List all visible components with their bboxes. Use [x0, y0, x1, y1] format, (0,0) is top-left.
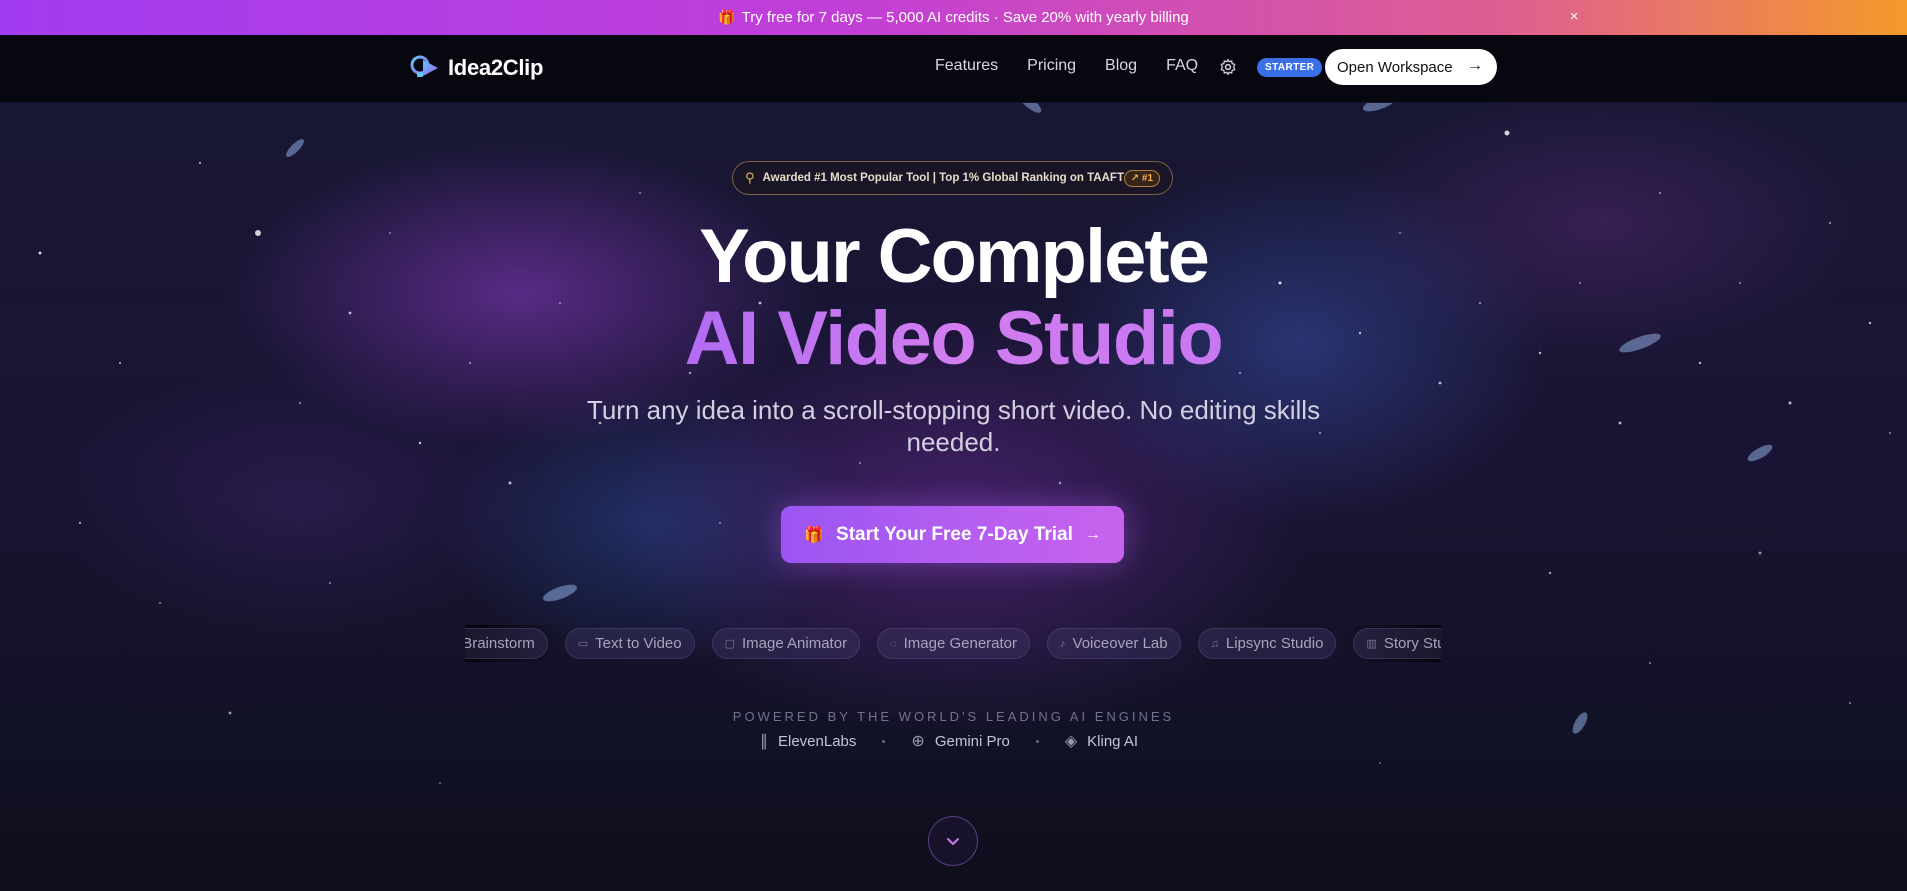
award-rank-badge: ↗ #1: [1123, 170, 1160, 187]
start-trial-label: Start Your Free 7-Day Trial: [836, 523, 1073, 545]
award-banner[interactable]: ⚲ Awarded #1 Most Popular Tool | Top 1% …: [732, 161, 1173, 195]
powered-by-label: POWERED BY THE WORLD'S LEADING AI ENGINE…: [732, 709, 1175, 724]
engine-label: ElevenLabs: [778, 732, 857, 750]
tool-label: Voiceover Lab: [1072, 635, 1168, 652]
hero-subtitle: Turn any idea into a scroll-stopping sho…: [586, 395, 1321, 457]
chevron-down-icon: [947, 838, 959, 845]
tool-label: Image Animator: [742, 635, 848, 652]
nav-link-blog[interactable]: Blog: [1105, 57, 1137, 75]
nav-link-pricing[interactable]: Pricing: [1027, 57, 1076, 75]
engine-elevenlabs: ∥ ElevenLabs: [760, 731, 856, 751]
tool-chip-story-studio[interactable]: ▥ Story Studio: [1353, 628, 1441, 659]
plan-badge: STARTER: [1257, 58, 1323, 77]
arrow-right-icon: →: [1467, 57, 1483, 74]
hero-title-gradient-text: AI Video Studio: [684, 296, 1224, 381]
tool-chip-image-animator[interactable]: ▢ Image Animator: [711, 628, 861, 659]
scroll-down-button[interactable]: [928, 816, 978, 866]
book-icon: ▥: [1366, 638, 1377, 650]
image-icon: ▢: [724, 638, 736, 650]
hero-section: ⚲ Awarded #1 Most Popular Tool | Top 1% …: [0, 103, 1907, 891]
tool-chip-brainstorm[interactable]: ✦Brainstorm: [465, 628, 548, 659]
logo-text: Idea2Clip: [448, 55, 544, 80]
promo-text: Try free for 7 days — 5,000 AI credits ·…: [741, 9, 1189, 26]
layers-icon: ◈: [1064, 733, 1078, 750]
logo[interactable]: Idea2Clip: [408, 51, 543, 85]
arrow-right-icon: →: [1084, 525, 1101, 543]
close-icon[interactable]: ×: [1565, 8, 1583, 26]
hero-title-line2: AI Video Studio: [0, 297, 1907, 381]
open-workspace-label: Open Workspace: [1337, 58, 1453, 76]
sparkle-icon: ◌: [890, 637, 897, 650]
tool-label: Text to Video: [595, 635, 682, 652]
elevenlabs-icon: ∥: [760, 733, 768, 750]
gift-icon: 🎁: [718, 9, 736, 25]
music-note-icon: ♫: [1210, 637, 1219, 650]
tools-marquee: ✦Brainstorm ▭ Text to Video ▢ Image Animat…: [465, 625, 1441, 662]
hero-title-line1: Your Complete: [699, 214, 1210, 299]
top-nav: Idea2Clip Features Pricing Blog FAQ STAR…: [0, 35, 1907, 103]
tool-label: Image Generator: [903, 635, 1018, 652]
tool-chip-image-generator[interactable]: ◌ Image Generator: [877, 628, 1031, 659]
video-icon: ▭: [577, 638, 589, 650]
tool-label: Story Studio: [1383, 635, 1441, 652]
engine-gemini-pro: ⊕ Gemini Pro: [911, 731, 1009, 751]
nav-link-faq[interactable]: FAQ: [1166, 57, 1198, 75]
microphone-icon: ♪: [1060, 637, 1066, 650]
engine-label: Gemini Pro: [934, 732, 1010, 750]
engine-kling-ai: ◈ Kling AI: [1065, 731, 1138, 751]
promo-banner: 🎁 Try free for 7 days — 5,000 AI credits…: [0, 0, 1907, 35]
engine-label: Kling AI: [1087, 732, 1139, 750]
gemini-icon: ⊕: [911, 733, 925, 750]
tool-label: Brainstorm: [465, 635, 535, 652]
separator-dot: [1035, 739, 1039, 743]
engine-logos: ∥ ElevenLabs ⊕ Gemini Pro ◈ Kling AI: [760, 731, 1138, 751]
award-medal-icon: ⚲: [745, 170, 755, 185]
tool-chip-voiceover-lab[interactable]: ♪ Voiceover Lab: [1047, 628, 1181, 659]
start-trial-button[interactable]: 🎁 Start Your Free 7-Day Trial →: [781, 506, 1124, 563]
tool-chip-text-to-video[interactable]: ▭ Text to Video: [564, 628, 695, 659]
logo-icon: [410, 55, 438, 77]
tool-label: Lipsync Studio: [1225, 635, 1324, 652]
gear-icon[interactable]: [1219, 58, 1237, 76]
open-workspace-button[interactable]: Open Workspace →: [1325, 49, 1497, 85]
separator-dot: [882, 739, 886, 743]
tool-chip-lipsync-studio[interactable]: ♫ Lipsync Studio: [1197, 628, 1337, 659]
gift-icon: 🎁: [804, 526, 825, 544]
award-text: Awarded #1 Most Popular Tool | Top 1% Gl…: [762, 172, 1124, 184]
nav-link-features[interactable]: Features: [935, 57, 998, 75]
nav-links: Features Pricing Blog FAQ: [935, 57, 1227, 75]
